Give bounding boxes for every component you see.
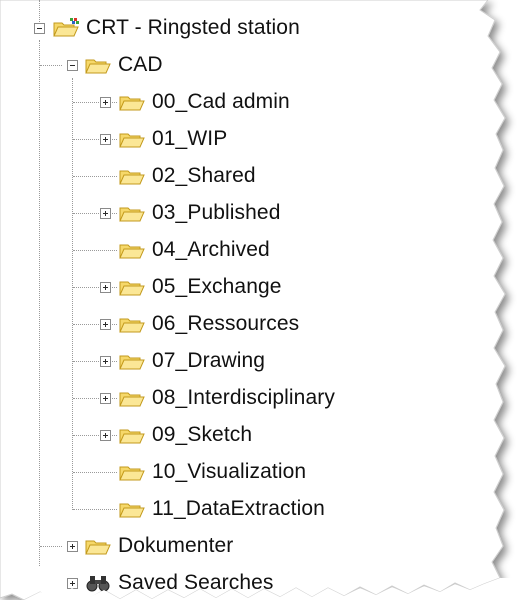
tree-item-label: 02_Shared [152,164,256,187]
folder-tree: CRT - Ringsted station CAD 00_Cad admin 0… [0,0,524,609]
folder-icon [119,133,145,148]
tree-item-root[interactable]: CRT - Ringsted station [52,14,300,42]
tree-item-folder[interactable]: 06_Ressources [118,310,299,338]
tree-item-label: 07_Drawing [152,349,266,372]
tree-item-dokumenter[interactable]: Dokumenter [84,532,233,560]
folder-icon [85,540,111,555]
tree-line-h [73,472,117,474]
tree-line-h [73,176,117,178]
folder-icon [119,392,145,407]
tree-item-folder[interactable]: 00_Cad admin [118,88,290,116]
expand-toggle[interactable] [100,97,111,108]
tree-line-h [73,509,117,511]
torn-edge-mask [0,578,524,609]
tree-item-folder[interactable]: 05_Exchange [118,273,282,301]
tree-item-folder[interactable]: 10_Visualization [118,458,306,486]
collapse-toggle-cad[interactable] [67,60,78,71]
tree-item-label: Dokumenter [118,534,234,557]
tree-line-root [39,40,41,566]
open-folder-icon [85,59,111,74]
tree-item-label: 06_Ressources [152,312,300,335]
expand-toggle[interactable] [100,393,111,404]
folder-icon [119,281,145,296]
folder-icon [119,429,145,444]
tree-item-folder[interactable]: 01_WIP [118,125,227,153]
expand-toggle-dokumenter[interactable] [67,541,78,552]
folder-icon [119,355,145,370]
tree-item-folder[interactable]: 04_Archived [118,236,270,264]
folder-icon [119,318,145,333]
tree-item-label: 08_Interdisciplinary [152,386,335,409]
tree-item-label: 04_Archived [152,238,270,261]
expand-toggle[interactable] [100,430,111,441]
project-folder-icon [53,18,79,37]
tree-item-label: 01_WIP [152,127,228,150]
tree-line-h [40,546,62,548]
tree-item-folder[interactable]: 09_Sketch [118,421,252,449]
expand-toggle[interactable] [100,282,111,293]
collapse-toggle-root[interactable] [34,23,45,34]
tree-item-label: CRT - Ringsted station [86,16,300,39]
expand-toggle[interactable] [100,208,111,219]
tree-item-label: 03_Published [152,201,281,224]
tree-item-label: 05_Exchange [152,275,282,298]
tree-item-label: CAD [118,53,163,76]
tree-item-cad[interactable]: CAD [84,51,163,79]
expand-toggle[interactable] [100,356,111,367]
expand-toggle[interactable] [100,319,111,330]
tree-line-top [39,0,41,22]
expand-toggle[interactable] [100,134,111,145]
tree-item-label: 10_Visualization [152,460,307,483]
tree-item-label: 11_DataExtraction [152,497,325,520]
folder-icon [119,96,145,111]
folder-icon [119,503,145,518]
tree-line-h [73,250,117,252]
folder-icon [119,466,145,481]
folder-icon [119,170,145,185]
folder-icon [119,207,145,222]
tree-line-h [40,65,62,67]
tree-item-label: 00_Cad admin [152,90,290,113]
folder-icon [119,244,145,259]
tree-item-folder[interactable]: 08_Interdisciplinary [118,384,335,412]
tree-item-label: 09_Sketch [152,423,253,446]
tree-item-folder[interactable]: 07_Drawing [118,347,265,375]
tree-line-cad [72,78,74,510]
tree-item-folder[interactable]: 03_Published [118,199,280,227]
tree-item-folder[interactable]: 11_DataExtraction [118,495,325,523]
tree-item-folder[interactable]: 02_Shared [118,162,256,190]
